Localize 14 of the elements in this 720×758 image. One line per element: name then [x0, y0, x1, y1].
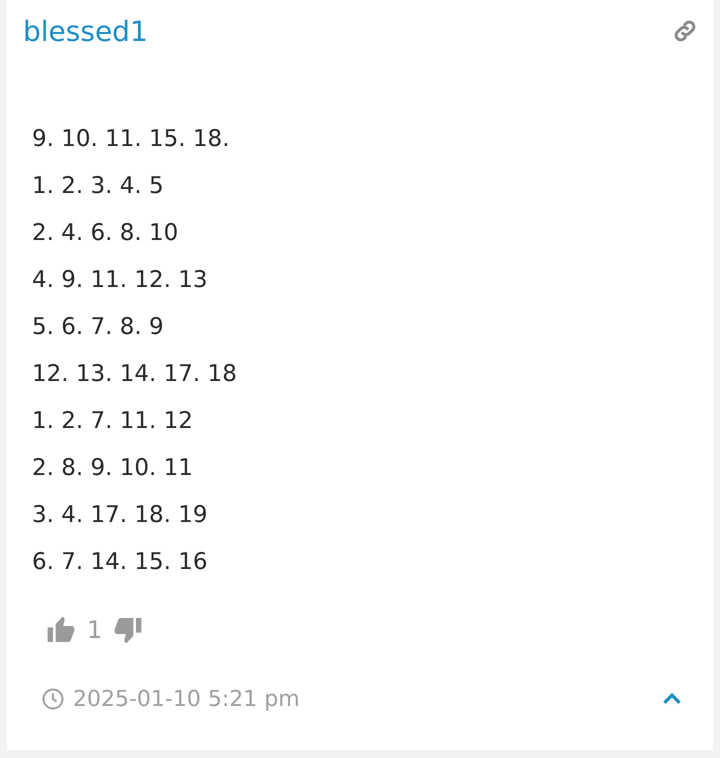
- comment-line: 3. 4. 17. 18. 19: [32, 501, 209, 530]
- comment-line: 9. 10. 11. 15. 18.: [32, 125, 230, 154]
- clock-icon: [41, 687, 65, 711]
- comment-line: 4. 9. 11. 12. 13: [32, 266, 209, 295]
- timestamp: 2025-01-10 5:21 pm: [73, 686, 300, 712]
- comment-line: 2. 4. 6. 8. 10: [32, 219, 180, 248]
- like-count: 1: [87, 616, 102, 644]
- comment-line: 1. 2. 3. 4. 5: [32, 172, 165, 201]
- comment-line: 12. 13. 14. 17. 18: [32, 360, 238, 389]
- author-name[interactable]: blessed1: [23, 14, 148, 48]
- comment-line: 1. 2. 7. 11. 12: [32, 407, 194, 436]
- comment-line: 5. 6. 7. 8. 9: [32, 313, 165, 342]
- comment-line: 6. 7. 14. 15. 16: [32, 548, 209, 577]
- comment-line: 2. 8. 9. 10. 11: [32, 454, 194, 483]
